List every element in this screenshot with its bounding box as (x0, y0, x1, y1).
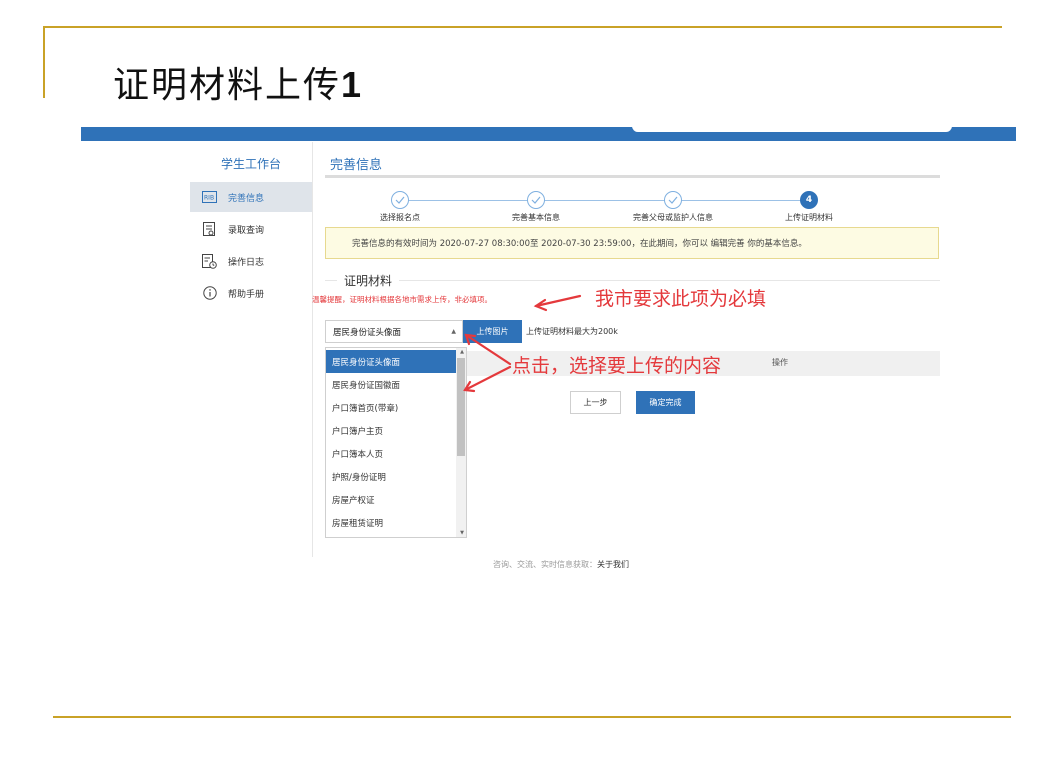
section-divider (325, 280, 940, 281)
scroll-down-icon[interactable]: ▼ (460, 530, 464, 536)
hint-text: 温馨提醒，证明材料根据各地市需求上传，非必填项。 (312, 295, 492, 304)
confirm-finish-button[interactable]: 确定完成 (636, 391, 695, 414)
stepper-track (400, 200, 810, 201)
dropdown-scrollbar[interactable]: ▲ ▼ (456, 348, 466, 537)
dropdown-option[interactable]: 户口簿首页(带章) (326, 396, 457, 419)
scrollbar-thumb[interactable] (457, 358, 465, 456)
step-1-check-icon (391, 191, 409, 209)
validity-notice: 完善信息的有效时间为 2020-07-27 08:30:00至 2020-07-… (325, 227, 939, 259)
topbar-search-box[interactable] (632, 119, 952, 132)
prev-step-button[interactable]: 上一步 (570, 391, 621, 414)
step-2-check-icon (527, 191, 545, 209)
select-value: 居民身份证头像面 (333, 327, 402, 338)
info-circle-icon (202, 286, 217, 301)
slide-title-number: 1 (341, 64, 364, 105)
footer-text: 咨询、交流、实时信息获取： (493, 560, 597, 569)
annotation-click: 点击，选择要上传的内容 (512, 355, 722, 377)
step-label: 选择报名点 (380, 213, 420, 222)
sidebar-item-label: 操作日志 (228, 257, 265, 268)
material-type-select[interactable]: 居民身份证头像面 ▲ (325, 320, 463, 343)
sidebar: 学生工作台 RIB 完善信息 录取查询 操作日志 帮助手册 (190, 142, 313, 557)
step-label: 完善父母或监护人信息 (633, 213, 713, 222)
sidebar-item-label: 帮助手册 (228, 289, 265, 300)
slide-title-text: 证明材料上传 (113, 65, 342, 106)
step-3-check-icon (664, 191, 682, 209)
dropdown-option[interactable]: 居民身份证国徽面 (326, 373, 457, 396)
slide-top-rule (44, 26, 1002, 28)
step-label: 上传证明材料 (785, 213, 833, 222)
section-title: 证明材料 (337, 272, 400, 289)
page-title: 完善信息 (330, 158, 383, 173)
header-divider (325, 175, 940, 178)
svg-text:RIB: RIB (204, 195, 214, 202)
sidebar-item-label: 录取查询 (228, 225, 265, 236)
scroll-up-icon[interactable]: ▲ (460, 349, 464, 355)
dropdown-option[interactable]: 户口簿本人页 (326, 442, 457, 465)
upload-image-button[interactable]: 上传图片 (463, 320, 522, 343)
step-label: 完善基本信息 (512, 213, 560, 222)
annotation-arrows (463, 294, 582, 393)
id-card-icon: RIB (202, 190, 217, 205)
about-us-link[interactable]: 关于我们 (597, 560, 629, 569)
slide-left-rule (43, 26, 45, 98)
table-header-operation: 操作 (772, 358, 788, 367)
document-search-icon (202, 221, 217, 237)
sidebar-item-admission-query[interactable]: 录取查询 (190, 214, 312, 244)
step-4-current: 4 (800, 191, 818, 209)
sidebar-item-operation-log[interactable]: 操作日志 (190, 246, 312, 276)
dropdown-option[interactable]: 房屋产权证 (326, 488, 457, 511)
sidebar-title: 学生工作台 (220, 157, 281, 171)
footer: 咨询、交流、实时信息获取：关于我们 (493, 559, 629, 570)
sidebar-item-help-manual[interactable]: 帮助手册 (190, 278, 312, 308)
log-clock-icon (202, 253, 217, 269)
dropdown-option[interactable]: 居民身份证头像面 (326, 350, 457, 373)
upload-size-note: 上传证明材料最大为200k (526, 327, 618, 336)
dropdown-option[interactable]: 房屋租赁证明 (326, 511, 457, 534)
dropdown-option[interactable]: 护照/身份证明 (326, 465, 457, 488)
slide-bottom-rule (53, 716, 1011, 718)
caret-up-icon: ▲ (451, 328, 456, 335)
material-type-dropdown[interactable]: 居民身份证头像面 居民身份证国徽面 户口簿首页(带章) 户口簿户主页 户口簿本人… (325, 347, 467, 538)
slide-title: 证明材料上传1 (113, 56, 363, 108)
sidebar-item-complete-info[interactable]: RIB 完善信息 (190, 182, 312, 212)
dropdown-option[interactable]: 户口簿户主页 (326, 419, 457, 442)
sidebar-item-label: 完善信息 (228, 193, 265, 204)
annotation-required: 我市要求此项为必填 (595, 288, 767, 310)
